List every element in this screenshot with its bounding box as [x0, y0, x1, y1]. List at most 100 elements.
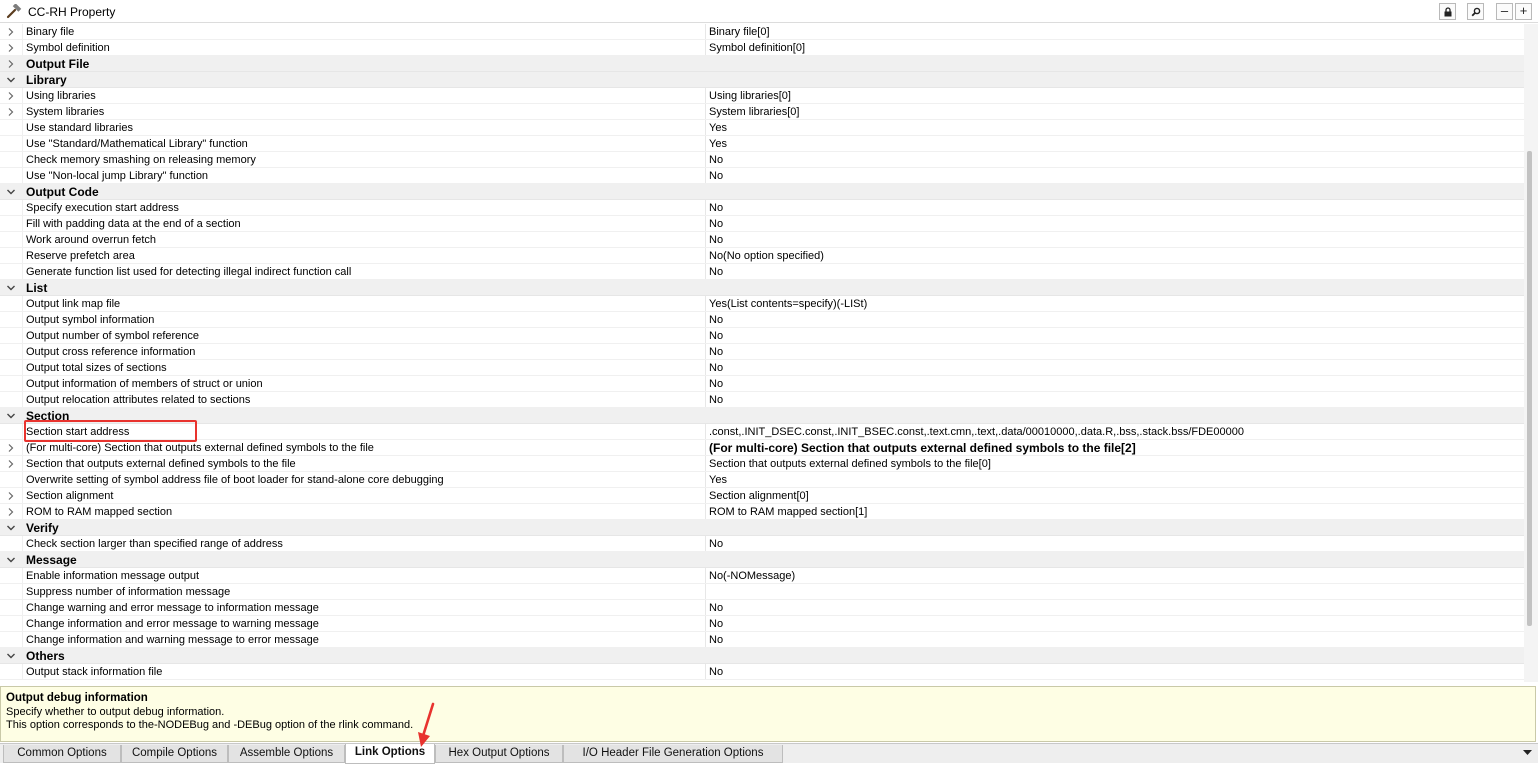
- property-value[interactable]: No(-NOMessage): [709, 569, 1519, 583]
- category-row[interactable]: List: [0, 280, 1524, 296]
- property-row[interactable]: Suppress number of information message: [0, 584, 1524, 600]
- property-row[interactable]: Output link map file Yes(List contents=sp…: [0, 296, 1524, 312]
- property-value[interactable]: Yes(List contents=specify)(-LISt): [709, 297, 1519, 311]
- property-row[interactable]: Use "Non-local jump Library" function No: [0, 168, 1524, 184]
- property-value[interactable]: No: [709, 361, 1519, 375]
- property-value[interactable]: (For multi-core) Section that outputs ex…: [709, 441, 1519, 455]
- property-row[interactable]: Section alignment Section alignment[0]: [0, 488, 1524, 504]
- property-row[interactable]: Fill with padding data at the end of a s…: [0, 216, 1524, 232]
- chevron-down-icon[interactable]: [5, 650, 17, 662]
- property-value[interactable]: No: [709, 617, 1519, 631]
- property-value[interactable]: No: [709, 313, 1519, 327]
- property-value[interactable]: System libraries[0]: [709, 105, 1519, 119]
- property-row[interactable]: Output information of members of struct …: [0, 376, 1524, 392]
- property-row[interactable]: Output symbol information No: [0, 312, 1524, 328]
- property-value[interactable]: No: [709, 201, 1519, 215]
- property-value[interactable]: No: [709, 665, 1519, 679]
- tab-hex-output-options[interactable]: Hex Output Options: [435, 745, 563, 763]
- property-row[interactable]: (For multi-core) Section that outputs ex…: [0, 440, 1524, 456]
- property-row[interactable]: Output cross reference information No: [0, 344, 1524, 360]
- category-row[interactable]: Others: [0, 648, 1524, 664]
- property-value[interactable]: ROM to RAM mapped section[1]: [709, 505, 1519, 519]
- tab-io-header-file-generation-options[interactable]: I/O Header File Generation Options: [563, 745, 783, 763]
- property-value[interactable]: Yes: [709, 121, 1519, 135]
- chevron-down-icon[interactable]: [5, 522, 17, 534]
- property-row[interactable]: Enable information message output No(-NOM…: [0, 568, 1524, 584]
- chevron-right-icon[interactable]: [5, 490, 17, 502]
- chevron-down-icon[interactable]: [5, 410, 17, 422]
- category-row[interactable]: Output Code: [0, 184, 1524, 200]
- chevron-right-icon[interactable]: [5, 58, 17, 70]
- property-row[interactable]: Change information and error message to …: [0, 616, 1524, 632]
- chevron-right-icon[interactable]: [5, 90, 17, 102]
- property-value[interactable]: Yes: [709, 473, 1519, 487]
- property-value[interactable]: Section that outputs external defined sy…: [709, 457, 1519, 471]
- category-row[interactable]: Verify: [0, 520, 1524, 536]
- category-row[interactable]: Library: [0, 72, 1524, 88]
- tab-menu-chevron-down-icon[interactable]: [1523, 750, 1532, 756]
- property-value[interactable]: No: [709, 633, 1519, 647]
- chevron-right-icon[interactable]: [5, 42, 17, 54]
- property-row[interactable]: Overwrite setting of symbol address file…: [0, 472, 1524, 488]
- category-row[interactable]: Section: [0, 408, 1524, 424]
- property-value[interactable]: Section alignment[0]: [709, 489, 1519, 503]
- property-row[interactable]: Output total sizes of sections No: [0, 360, 1524, 376]
- tab-compile-options[interactable]: Compile Options: [121, 745, 228, 763]
- vertical-scrollbar[interactable]: [1524, 24, 1538, 682]
- chevron-right-icon[interactable]: [5, 106, 17, 118]
- property-row[interactable]: Using libraries Using libraries[0]: [0, 88, 1524, 104]
- property-value[interactable]: No: [709, 377, 1519, 391]
- property-value[interactable]: No: [709, 601, 1519, 615]
- property-value[interactable]: Yes: [709, 137, 1519, 151]
- chevron-down-icon[interactable]: [5, 186, 17, 198]
- property-value[interactable]: No: [709, 169, 1519, 183]
- property-row[interactable]: Output stack information file No: [0, 664, 1524, 680]
- property-row[interactable]: Section that outputs external defined sy…: [0, 456, 1524, 472]
- property-value[interactable]: No: [709, 265, 1519, 279]
- property-row[interactable]: Reserve prefetch area No(No option specif…: [0, 248, 1524, 264]
- property-row[interactable]: Specify execution start address No: [0, 200, 1524, 216]
- chevron-right-icon[interactable]: [5, 442, 17, 454]
- tab-common-options[interactable]: Common Options: [3, 745, 121, 763]
- property-value[interactable]: No: [709, 393, 1519, 407]
- property-row[interactable]: Symbol definition Symbol definition[0]: [0, 40, 1524, 56]
- property-row[interactable]: Output relocation attributes related to …: [0, 392, 1524, 408]
- search-button[interactable]: [1467, 3, 1484, 20]
- property-value[interactable]: No: [709, 217, 1519, 231]
- chevron-down-icon[interactable]: [5, 74, 17, 86]
- minimize-button[interactable]: –: [1496, 3, 1513, 20]
- property-value[interactable]: No: [709, 233, 1519, 247]
- property-row[interactable]: Section start address .const,.INIT_DSEC.c…: [0, 424, 1524, 440]
- chevron-down-icon[interactable]: [5, 282, 17, 294]
- property-row[interactable]: Check memory smashing on releasing memor…: [0, 152, 1524, 168]
- property-value[interactable]: No(No option specified): [709, 249, 1519, 263]
- property-row[interactable]: Check section larger than specified rang…: [0, 536, 1524, 552]
- property-row[interactable]: Change warning and error message to info…: [0, 600, 1524, 616]
- property-row[interactable]: Output number of symbol reference No: [0, 328, 1524, 344]
- chevron-right-icon[interactable]: [5, 26, 17, 38]
- lock-button[interactable]: [1439, 3, 1456, 20]
- property-value[interactable]: Using libraries[0]: [709, 89, 1519, 103]
- property-value[interactable]: No: [709, 537, 1519, 551]
- property-row[interactable]: Binary file Binary file[0]: [0, 24, 1524, 40]
- property-row[interactable]: Change information and warning message t…: [0, 632, 1524, 648]
- property-row[interactable]: ROM to RAM mapped section ROM to RAM mapp…: [0, 504, 1524, 520]
- category-row[interactable]: Output File: [0, 56, 1524, 72]
- property-value[interactable]: No: [709, 329, 1519, 343]
- chevron-down-icon[interactable]: [5, 554, 17, 566]
- property-value[interactable]: No: [709, 345, 1519, 359]
- property-value[interactable]: Symbol definition[0]: [709, 41, 1519, 55]
- property-row[interactable]: Generate function list used for detectin…: [0, 264, 1524, 280]
- property-row[interactable]: Use standard libraries Yes: [0, 120, 1524, 136]
- category-row[interactable]: Message: [0, 552, 1524, 568]
- chevron-right-icon[interactable]: [5, 506, 17, 518]
- property-row[interactable]: Work around overrun fetch No: [0, 232, 1524, 248]
- add-button[interactable]: +: [1515, 3, 1532, 20]
- property-value[interactable]: No: [709, 153, 1519, 167]
- property-row[interactable]: Use "Standard/Mathematical Library" func…: [0, 136, 1524, 152]
- scrollbar-thumb[interactable]: [1527, 151, 1532, 626]
- tab-assemble-options[interactable]: Assemble Options: [228, 745, 345, 763]
- property-value[interactable]: Binary file[0]: [709, 25, 1519, 39]
- property-row[interactable]: System libraries System libraries[0]: [0, 104, 1524, 120]
- property-value[interactable]: .const,.INIT_DSEC.const,.INIT_BSEC.const…: [709, 425, 1519, 439]
